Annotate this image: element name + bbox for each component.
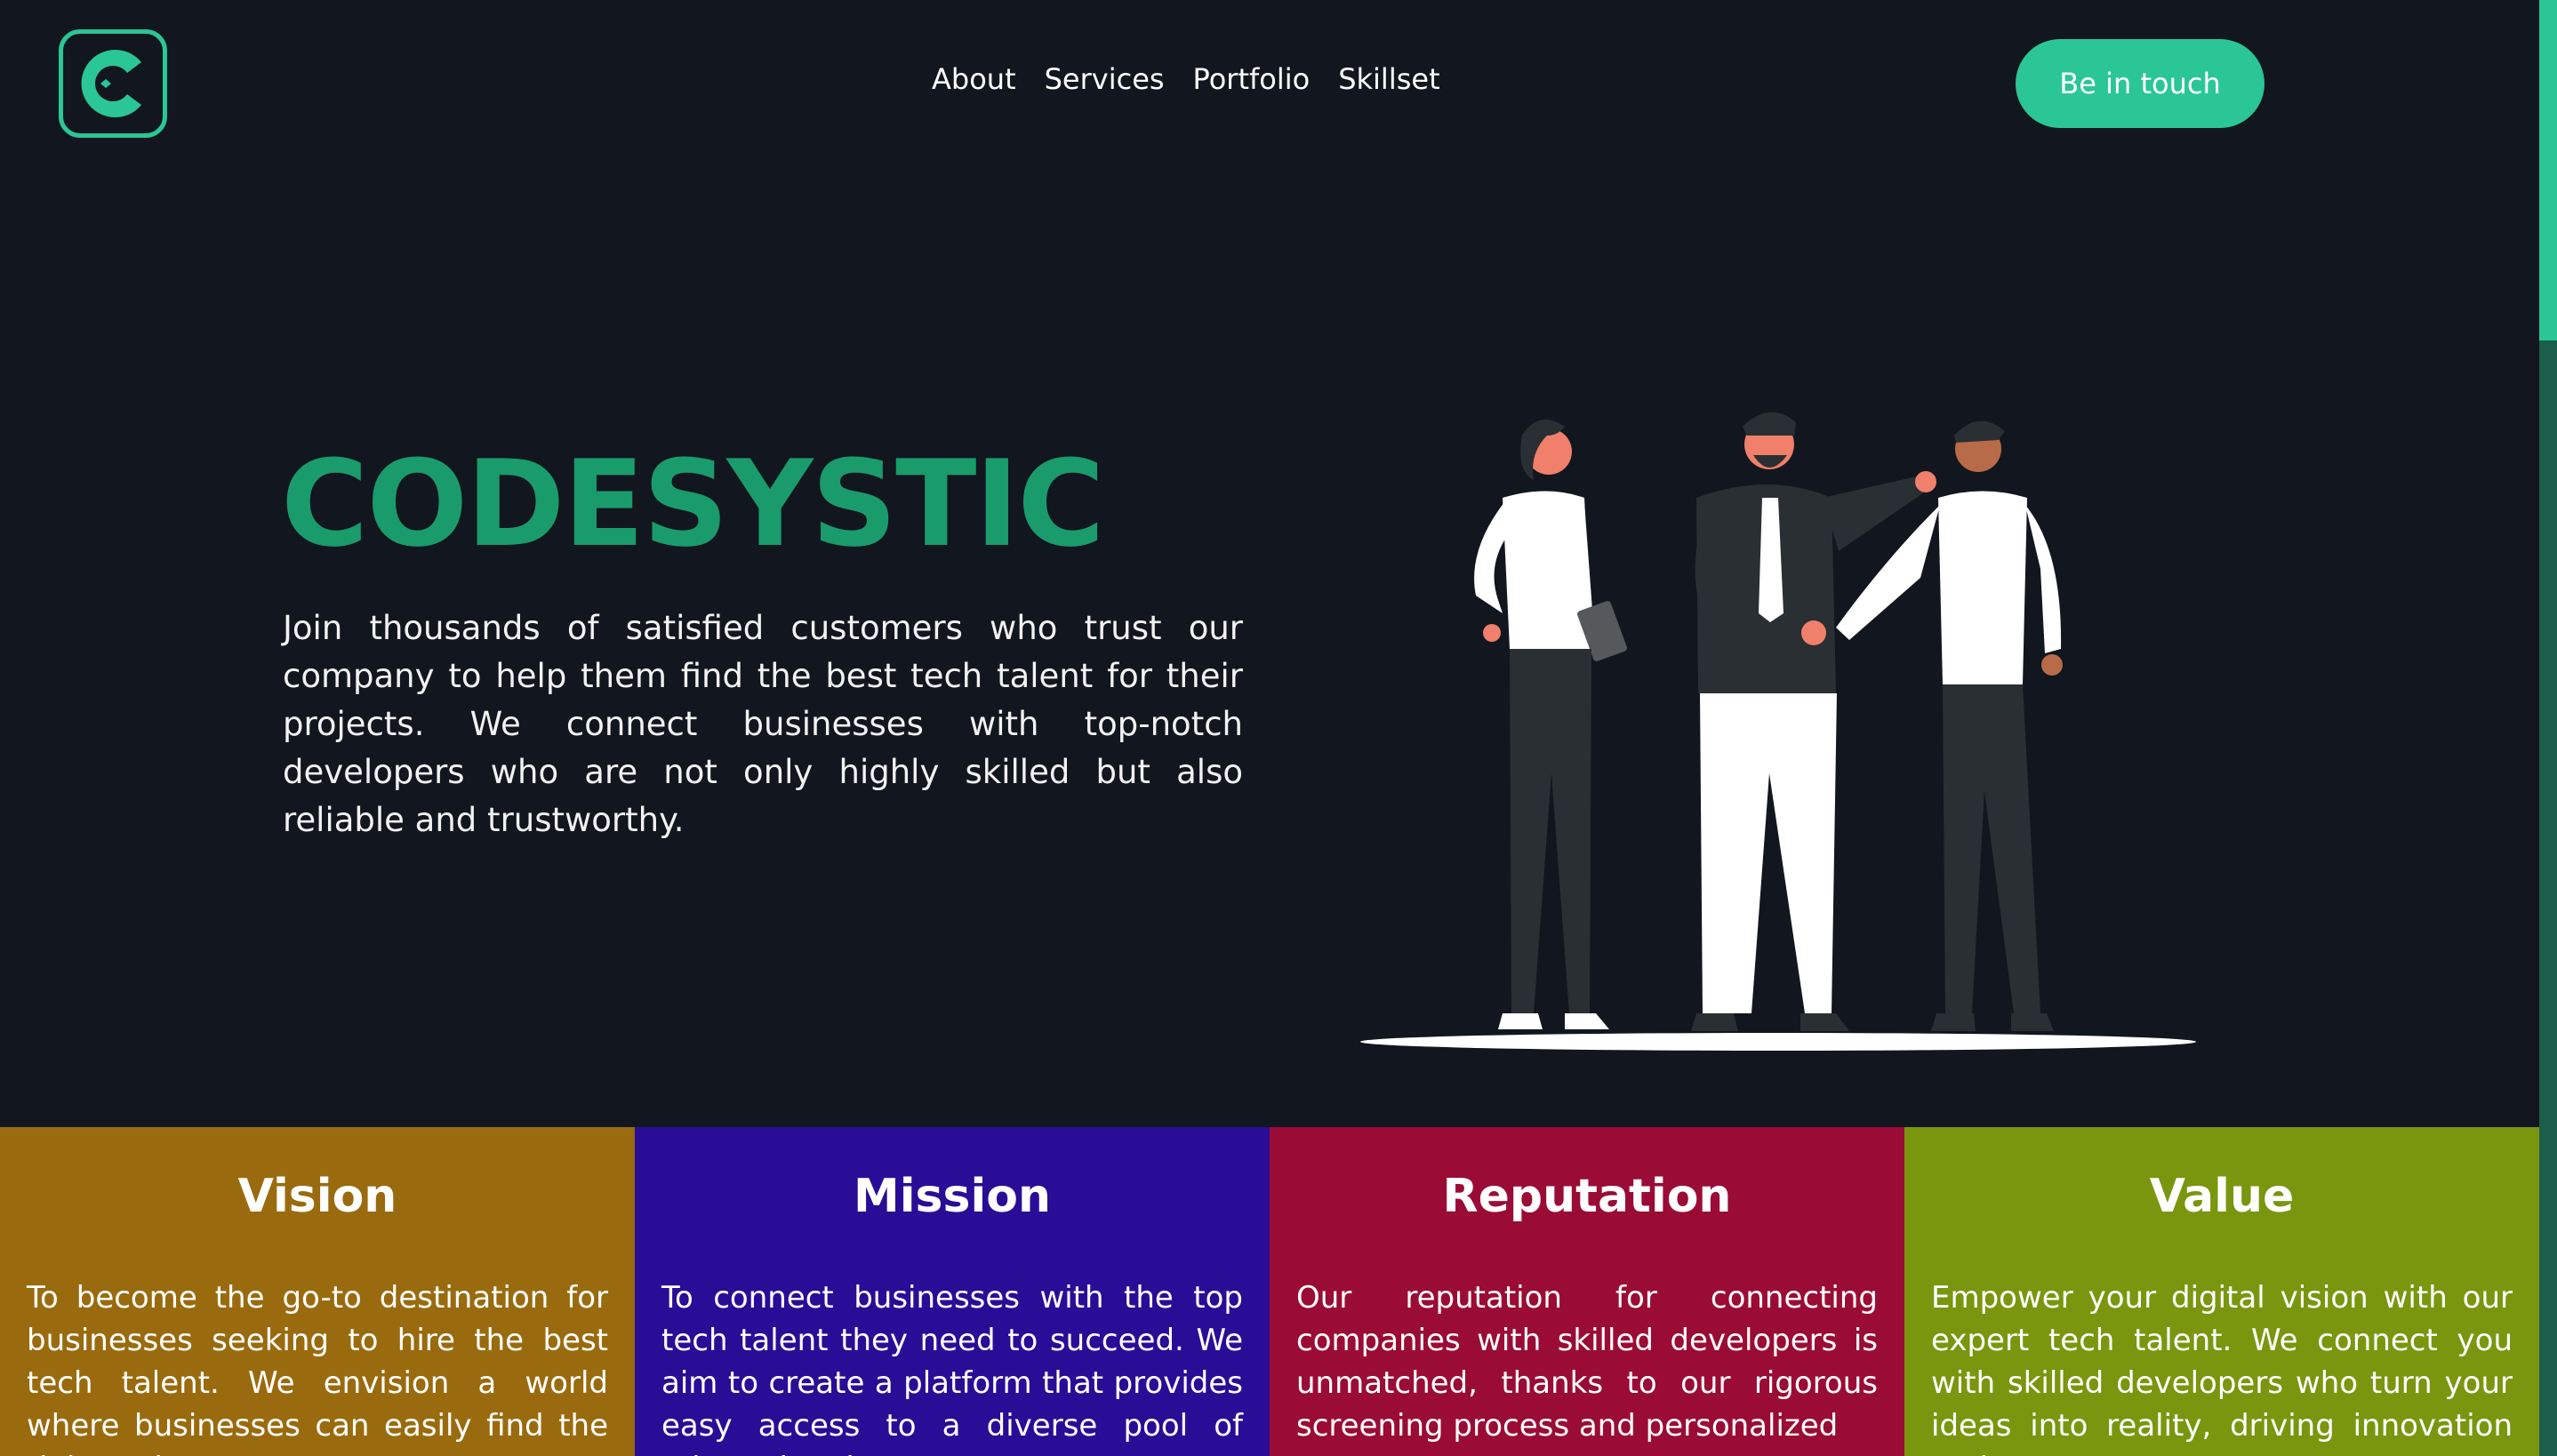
scrollbar-track[interactable] bbox=[2539, 340, 2557, 1456]
card-value: Value Empower your digital vision with o… bbox=[1904, 1127, 2539, 1456]
nav-services[interactable]: Services bbox=[1045, 62, 1165, 96]
card-title: Value bbox=[2149, 1170, 2295, 1223]
nav-skillset[interactable]: Skillset bbox=[1338, 62, 1439, 96]
site-header: About Services Portfolio Skillset Be in … bbox=[0, 0, 2539, 169]
woman-figure bbox=[1474, 420, 1627, 1029]
card-text: To connect businesses with the top tech … bbox=[661, 1280, 1243, 1456]
nav-portfolio[interactable]: Portfolio bbox=[1193, 62, 1311, 96]
bearded-man-figure bbox=[1691, 412, 1936, 1031]
team-handshake-illustration bbox=[1351, 400, 2205, 1058]
nav-about[interactable]: About bbox=[932, 62, 1016, 96]
card-text: Our reputation for connecting companies … bbox=[1296, 1280, 1878, 1444]
card-title: Vision bbox=[237, 1170, 397, 1223]
hero-title: CODESYSTIC bbox=[281, 435, 1105, 573]
card-reputation: Reputation Our reputation for connecting… bbox=[1270, 1127, 1904, 1456]
main-nav: About Services Portfolio Skillset bbox=[932, 62, 1440, 96]
card-title: Mission bbox=[853, 1170, 1052, 1223]
card-text: To become the go-to destination for busi… bbox=[27, 1280, 608, 1456]
be-in-touch-button[interactable]: Be in touch bbox=[2016, 39, 2264, 128]
card-text: Empower your digital vision with our exp… bbox=[1931, 1280, 2513, 1456]
scrollbar-thumb[interactable] bbox=[2539, 0, 2557, 340]
scrollbar[interactable] bbox=[2539, 0, 2557, 1456]
values-cards: Vision To become the go-to destination f… bbox=[0, 1127, 2539, 1456]
card-title: Reputation bbox=[1442, 1170, 1732, 1223]
hero-description: Join thousands of satisfied customers wh… bbox=[283, 609, 1243, 839]
card-vision: Vision To become the go-to destination f… bbox=[0, 1127, 635, 1456]
card-mission: Mission To connect businesses with the t… bbox=[635, 1127, 1270, 1456]
logo-icon[interactable] bbox=[59, 29, 167, 138]
